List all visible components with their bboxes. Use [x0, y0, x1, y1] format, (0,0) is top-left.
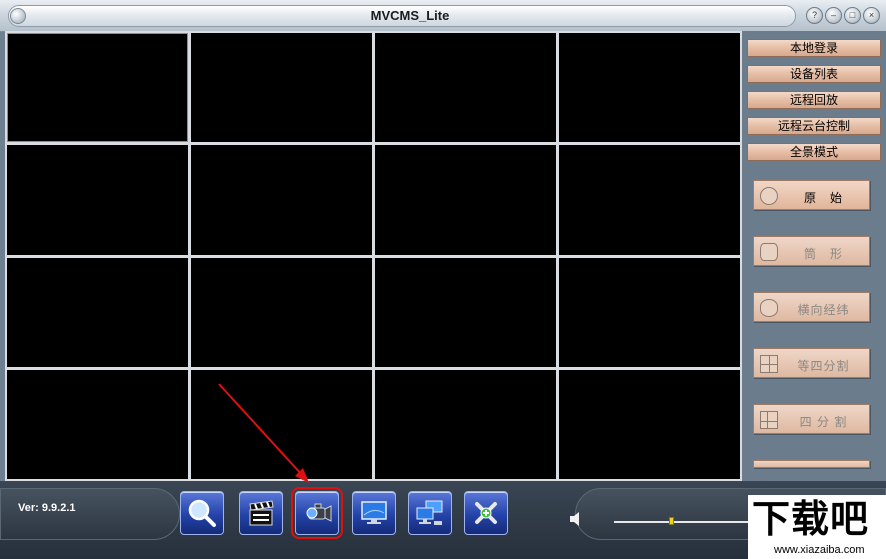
video-cell[interactable]: [7, 257, 188, 367]
speaker-icon[interactable]: [570, 511, 582, 527]
settings-button[interactable]: [464, 491, 508, 535]
video-cell[interactable]: [375, 257, 556, 367]
clapperboard-icon: [249, 500, 274, 526]
window-controls: ? – □ ×: [806, 7, 880, 24]
recording-button[interactable]: [239, 491, 283, 535]
device-list-button[interactable]: 设备列表: [747, 65, 881, 83]
panorama-mode-button[interactable]: 全景模式: [747, 143, 881, 161]
watermark-logo: 下载吧 www.xiazaiba.com: [748, 495, 886, 559]
volume-slider-handle[interactable]: [669, 517, 675, 525]
mode-more-button[interactable]: [753, 460, 870, 468]
title-bar[interactable]: MVCMS_Lite ? – □ ×: [0, 0, 886, 32]
mode-latlong-button[interactable]: 横向经纬: [753, 292, 870, 322]
video-cell[interactable]: [375, 145, 556, 255]
minimize-icon[interactable]: –: [825, 7, 842, 24]
toolbar-left-panel: [0, 488, 180, 540]
mode-equal-quad-button[interactable]: 等四分割: [753, 348, 870, 378]
mode-label: 四 分 割: [799, 415, 848, 429]
right-panel: 本地登录 设备列表 远程回放 远程云台控制 全景模式 原 始 筒 形 横向经纬 …: [742, 31, 886, 481]
search-button[interactable]: [180, 491, 224, 535]
version-label: Ver: 9.9.2.1: [18, 502, 76, 514]
four-split-icon: [760, 411, 778, 429]
remote-playback-button[interactable]: 远程回放: [747, 91, 881, 109]
mode-label: 横向经纬: [797, 303, 850, 317]
window-title: MVCMS_Lite: [370, 8, 450, 23]
camera-icon: [306, 503, 332, 522]
settings-tools-icon: [475, 502, 497, 524]
mode-label: 原 始: [803, 191, 843, 205]
network-computers-icon: [416, 500, 443, 525]
video-cell[interactable]: [375, 369, 556, 479]
cylinder-icon: [760, 243, 778, 261]
video-cell[interactable]: [191, 257, 372, 367]
close-icon[interactable]: ×: [863, 7, 880, 24]
local-login-button[interactable]: 本地登录: [747, 39, 881, 57]
volume-slider-track[interactable]: [614, 521, 750, 523]
search-icon: [188, 499, 216, 527]
camera-button[interactable]: [291, 487, 343, 539]
device-manager-button[interactable]: [408, 491, 452, 535]
circle-icon: [760, 187, 778, 205]
maximize-icon[interactable]: □: [844, 7, 861, 24]
watermark-url: www.xiazaiba.com: [774, 544, 865, 556]
video-grid: [5, 31, 742, 481]
video-cell[interactable]: [191, 369, 372, 479]
video-cell[interactable]: [559, 369, 740, 479]
video-cell[interactable]: [559, 33, 740, 143]
ellipse-icon: [760, 299, 778, 317]
preview-button[interactable]: [352, 491, 396, 535]
video-cell[interactable]: [7, 33, 188, 143]
video-cell[interactable]: [7, 369, 188, 479]
remote-ptz-control-button[interactable]: 远程云台控制: [747, 117, 881, 135]
mode-cylinder-button[interactable]: 筒 形: [753, 236, 870, 266]
watermark-text: 下载吧: [752, 497, 870, 541]
video-cell[interactable]: [191, 33, 372, 143]
help-icon[interactable]: ?: [806, 7, 823, 24]
video-cell[interactable]: [559, 145, 740, 255]
mode-label: 筒 形: [803, 247, 843, 261]
mode-label: 等四分割: [797, 359, 850, 373]
quad-split-icon: [760, 355, 778, 373]
video-cell[interactable]: [559, 257, 740, 367]
mode-four-split-button[interactable]: 四 分 割: [753, 404, 870, 434]
monitor-icon: [361, 501, 387, 524]
mode-original-button[interactable]: 原 始: [753, 180, 870, 210]
video-cell[interactable]: [375, 33, 556, 143]
video-cell[interactable]: [191, 145, 372, 255]
video-cell[interactable]: [7, 145, 188, 255]
